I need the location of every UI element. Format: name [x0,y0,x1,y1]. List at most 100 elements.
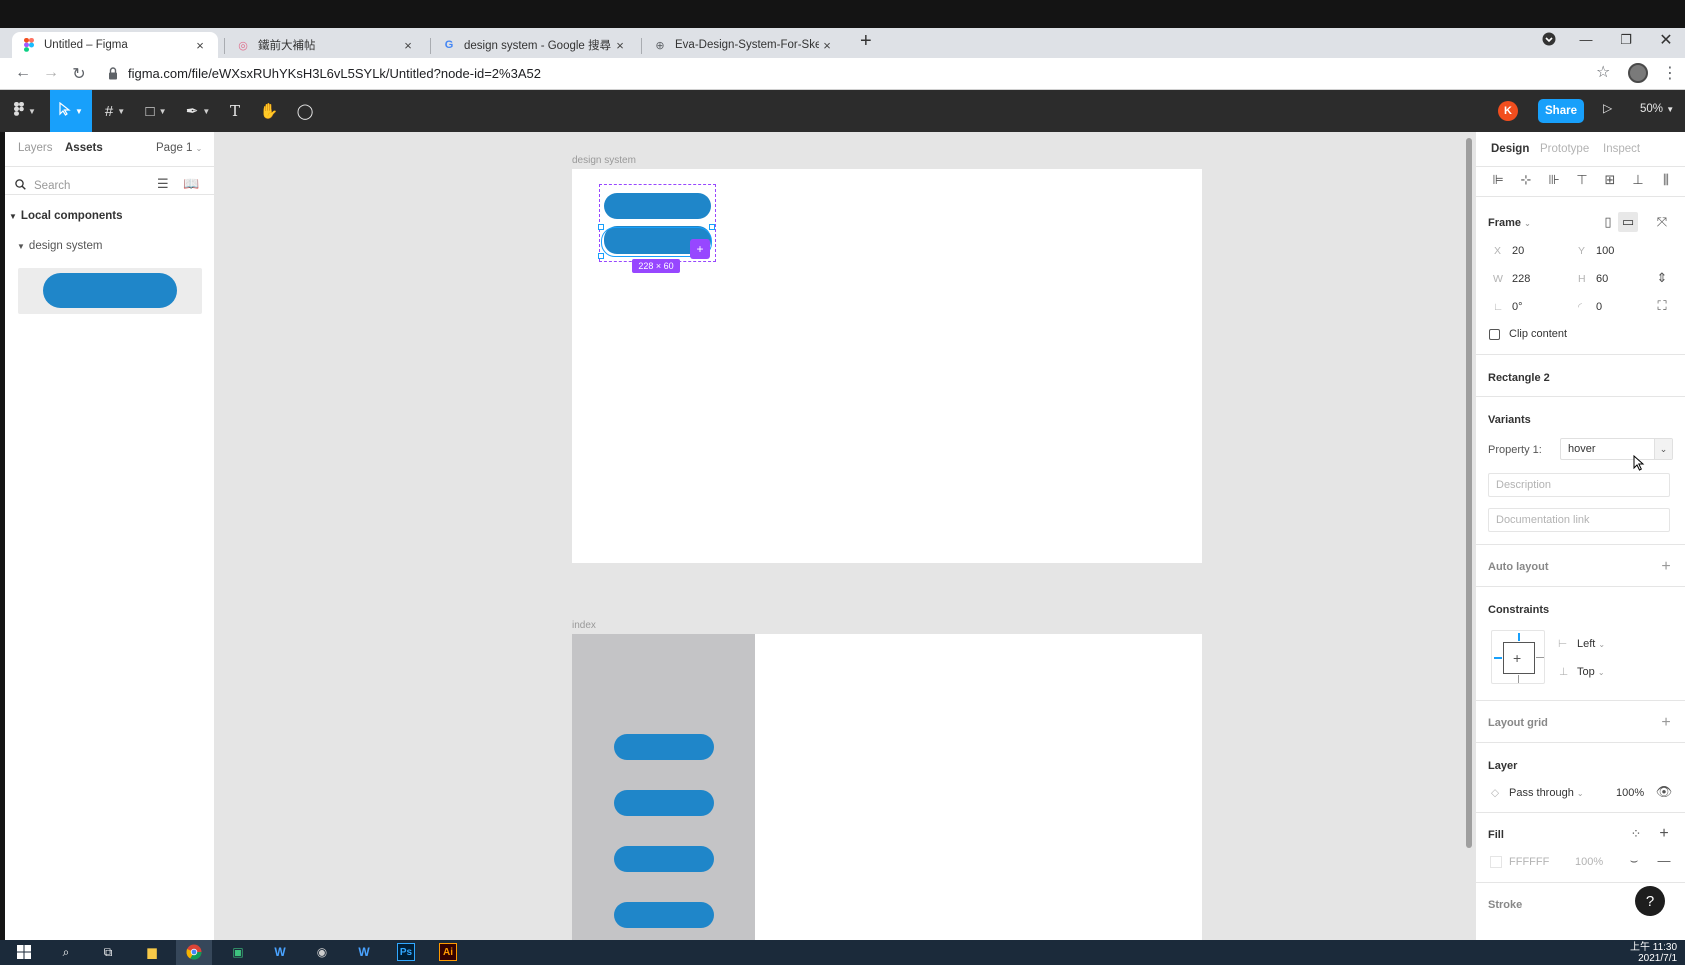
corner-radius-input[interactable]: 0 [1596,301,1602,313]
frame-type-dropdown[interactable]: Frame ⌄ [1488,217,1531,229]
landscape-orientation-icon[interactable]: ▭ [1618,212,1638,232]
clip-content-checkbox[interactable] [1489,329,1500,340]
canvas[interactable]: design system + 228 × 60 index [215,132,1475,940]
browser-menu-icon[interactable]: ⋮ [1662,63,1678,83]
align-center-h-icon[interactable]: ⊹ [1516,172,1536,188]
x-input[interactable]: 20 [1512,245,1524,257]
resize-handle[interactable] [598,224,604,230]
minimize-icon[interactable]: — [1566,32,1606,47]
layer-opacity-input[interactable]: 100% [1616,787,1644,799]
eye-visibility-icon[interactable]: 👁 [1654,784,1674,800]
align-bottom-icon[interactable]: ⊥ [1628,172,1648,188]
close-tab-icon[interactable]: × [612,38,628,53]
app-icon[interactable]: ▣ [229,943,247,961]
blend-mode-select[interactable]: Pass through ⌄ [1509,787,1584,799]
url-input[interactable]: figma.com/file/eWXsxRUhYKsH3L6vL5SYLk/Un… [128,66,541,81]
right-constraint-icon[interactable] [1536,657,1544,658]
nav-button-instance[interactable] [614,846,714,872]
pen-tool-button[interactable]: ✒ ▼ [180,90,216,132]
help-button[interactable]: ? [1635,886,1665,916]
file-explorer-icon[interactable]: ▆ [143,943,161,961]
distribute-icon[interactable]: ⫼ [1656,172,1676,188]
share-button[interactable]: Share [1538,99,1584,123]
local-components-header[interactable]: ▼ Local components [9,210,123,222]
webex-meetings-icon[interactable]: W [355,943,373,961]
align-middle-v-icon[interactable]: ⊞ [1600,172,1620,188]
main-menu-button[interactable]: ▼ [8,90,42,132]
fill-opacity-input[interactable]: 100% [1575,856,1603,868]
close-window-icon[interactable]: ✕ [1646,30,1685,50]
tab-layers[interactable]: Layers [18,142,53,154]
tab-search-icon[interactable] [1529,32,1569,49]
text-tool-button[interactable]: T [222,90,248,132]
left-constraint-icon[interactable] [1494,657,1502,659]
shape-tool-button[interactable]: □ ▼ [138,90,174,132]
move-tool-button[interactable]: ▼ [50,90,92,132]
illustrator-icon[interactable]: Ai [439,943,457,961]
photoshop-icon[interactable]: Ps [397,943,415,961]
design-system-group[interactable]: ▼ design system [17,240,102,252]
resize-handle[interactable] [709,224,715,230]
h-input[interactable]: 60 [1596,273,1608,285]
profile-avatar-icon[interactable] [1628,63,1648,83]
webex-icon[interactable]: W [271,943,289,961]
task-view-icon[interactable]: ⧉ [99,943,117,961]
align-right-icon[interactable]: ⊪ [1544,172,1564,188]
browser-tab-site[interactable]: ◎ 鐵前大補帖 × [226,32,426,58]
add-fill-icon[interactable]: + [1654,825,1674,843]
nav-button-instance[interactable] [614,734,714,760]
windows-start-icon[interactable] [15,943,33,961]
resize-handle[interactable] [598,253,604,259]
description-input[interactable]: Description [1488,473,1670,497]
taskbar-search-icon[interactable]: ⌕ [57,943,75,961]
fill-hex-input[interactable]: FFFFFF [1509,856,1549,868]
rotation-input[interactable]: 0° [1512,301,1523,313]
independent-corners-icon[interactable]: ⛶ [1652,298,1672,314]
add-auto-layout-icon[interactable]: + [1656,558,1676,576]
nav-button-instance[interactable] [614,902,714,928]
bottom-constraint-icon[interactable] [1518,675,1519,683]
frame-tool-button[interactable]: # ▼ [98,90,132,132]
resize-to-fit-icon[interactable]: ⤧ [1652,214,1672,230]
top-constraint-icon[interactable] [1518,633,1520,641]
system-clock[interactable]: 上午 11:30 2021/7/1 [1630,942,1677,964]
page-selector[interactable]: Page 1 ⌄ [156,142,202,154]
frame-index[interactable] [572,634,1202,940]
documentation-link-input[interactable]: Documentation link [1488,508,1670,532]
list-view-icon[interactable]: ☰ [157,176,169,192]
frame-label-design-system[interactable]: design system [572,155,636,166]
frame-label-index[interactable]: index [572,620,596,631]
library-book-icon[interactable]: 📖 [183,176,199,192]
present-play-icon[interactable]: ▷ [1603,101,1612,115]
zoom-dropdown[interactable]: 50% ▼ [1640,103,1674,115]
tab-design[interactable]: Design [1491,143,1529,155]
property-select[interactable]: hover ⌄ [1560,438,1673,460]
y-input[interactable]: 100 [1596,245,1614,257]
remove-fill-icon[interactable]: — [1654,853,1674,868]
center-constraint-icon[interactable]: + [1513,650,1521,666]
canvas-scrollbar[interactable] [1466,138,1472,848]
browser-tab-google[interactable]: G design system - Google 搜尋 × [432,32,638,58]
close-tab-icon[interactable]: × [192,38,208,53]
back-icon[interactable]: ← [12,64,34,82]
align-top-icon[interactable]: ⊤ [1572,172,1592,188]
search-input[interactable]: Search [34,180,70,192]
vertical-constraint-select[interactable]: Top ⌄ [1577,666,1605,678]
constrain-proportions-icon[interactable]: ⇕ [1652,270,1672,286]
align-left-icon[interactable]: ⊫ [1488,172,1508,188]
chrome-icon[interactable] [185,943,203,961]
new-tab-button[interactable]: + [860,30,872,53]
hidden-fill-icon[interactable]: ⌣ [1624,853,1644,869]
close-tab-icon[interactable]: × [819,38,835,53]
index-sidebar[interactable] [572,634,755,940]
bookmark-star-icon[interactable]: ☆ [1596,62,1610,82]
tab-assets[interactable]: Assets [65,142,103,154]
tab-prototype[interactable]: Prototype [1540,143,1589,155]
comment-tool-button[interactable]: ◯ [292,90,318,132]
close-tab-icon[interactable]: × [400,38,416,53]
w-input[interactable]: 228 [1512,273,1530,285]
browser-tab-eva[interactable]: ⊕ Eva-Design-System-For-Sketch × [643,32,845,58]
restore-icon[interactable]: ❐ [1606,32,1646,48]
browser-tab-figma[interactable]: Untitled – Figma × [12,32,218,58]
component-thumbnail[interactable] [18,268,202,314]
